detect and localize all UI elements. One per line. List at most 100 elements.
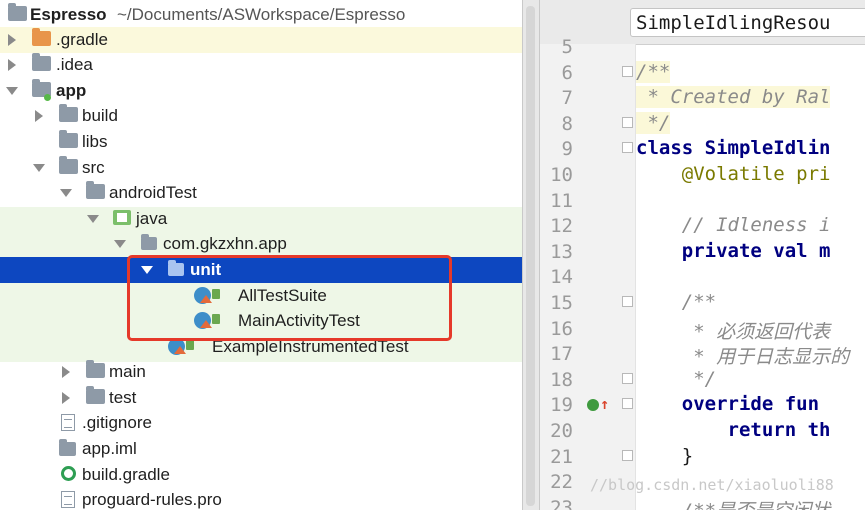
chevron-right-icon[interactable]	[35, 110, 43, 122]
fold-marker-icon[interactable]	[622, 116, 633, 128]
code-line[interactable]: 14	[540, 264, 865, 290]
line-number: 15	[550, 292, 573, 314]
code-line[interactable]: 11	[540, 188, 865, 214]
line-number: 22	[550, 471, 573, 494]
tree-item-gitignore[interactable]: .gitignore	[0, 410, 522, 436]
tree-item-label: build.gradle	[82, 465, 170, 484]
tree-item-package[interactable]: com.gkzxhn.app	[0, 231, 522, 257]
folder-icon	[32, 53, 51, 71]
tree-item-label: proguard-rules.pro	[82, 490, 222, 509]
code-text: * Created by Ral	[636, 86, 831, 109]
folder-icon	[32, 28, 51, 46]
chevron-right-icon[interactable]	[62, 392, 70, 404]
tree-scrollbar[interactable]	[526, 6, 535, 506]
tree-item-label: .gitignore	[82, 413, 152, 432]
project-folder-icon	[8, 3, 27, 21]
chevron-down-icon[interactable]	[33, 164, 45, 172]
code-line[interactable]: 17 * 用于日志显示的	[540, 341, 865, 369]
chevron-down-icon[interactable]	[60, 189, 72, 197]
fold-marker-icon[interactable]	[622, 296, 633, 307]
code-text: */	[636, 367, 717, 390]
code-text: @Volatile pri	[636, 163, 831, 185]
chevron-right-icon[interactable]	[62, 366, 70, 378]
tree-item-main[interactable]: main	[0, 359, 522, 385]
code-line[interactable]: 10 @Volatile pri	[540, 162, 865, 188]
override-icon[interactable]	[587, 399, 599, 412]
folder-icon	[59, 130, 78, 148]
line-number: 8	[561, 112, 573, 135]
code-text: /**是否是空闲状	[636, 496, 830, 510]
text-file-icon	[61, 414, 75, 431]
root-path: ~/Documents/ASWorkspace/Espresso	[117, 5, 406, 24]
code-line[interactable]: 19 ↑ override fun	[540, 392, 865, 418]
code-line[interactable]: 6 /**	[540, 60, 865, 86]
chevron-down-icon[interactable]	[87, 215, 99, 223]
code-line[interactable]: 8 */	[540, 111, 865, 137]
tree-item-androidtest[interactable]: androidTest	[0, 180, 522, 206]
tree-item-gradle[interactable]: .gradle	[0, 27, 522, 53]
tree-item-label: main	[109, 362, 146, 381]
tree-item-app-iml[interactable]: app.iml	[0, 436, 522, 462]
code-text: /**	[636, 291, 717, 313]
tree-item-label: java	[136, 209, 168, 228]
tree-item-proguard[interactable]: proguard-rules.pro	[0, 487, 522, 510]
code-line[interactable]: 5	[540, 34, 865, 60]
code-line[interactable]: 12 // Idleness i	[540, 213, 865, 239]
tree-item-build-gradle[interactable]: build.gradle	[0, 462, 522, 488]
line-number: 23	[550, 496, 573, 510]
tree-item-label: libs	[82, 132, 108, 151]
code-line[interactable]: 15 /**	[540, 290, 865, 316]
chevron-down-icon[interactable]	[114, 240, 126, 248]
tree-root-espresso[interactable]: Espresso ~/Documents/ASWorkspace/Espress…	[0, 2, 522, 28]
tab-label: SimpleIdlingResou	[636, 12, 831, 34]
test-source-root-icon	[113, 210, 131, 225]
chevron-right-icon[interactable]	[8, 59, 16, 71]
code-line[interactable]: 23 /**是否是空闲状	[540, 495, 865, 510]
line-number: 13	[550, 240, 573, 263]
chevron-down-icon[interactable]	[141, 266, 153, 274]
tree-item-libs[interactable]: libs	[0, 129, 522, 155]
code-line[interactable]: 20 return th	[540, 418, 865, 444]
tree-item-src[interactable]: src	[0, 155, 522, 181]
line-number: 10	[550, 164, 573, 186]
chevron-down-icon[interactable]	[6, 87, 18, 95]
code-text: * 用于日志显示的	[636, 346, 850, 369]
tree-item-unit[interactable]: unit	[0, 257, 522, 283]
code-line[interactable]: 21 }	[540, 444, 865, 470]
line-number: 12	[550, 215, 573, 238]
line-number: 17	[550, 343, 573, 366]
tree-item-mainactivitytest[interactable]: MainActivityTest	[0, 308, 522, 334]
tree-item-label: app.iml	[82, 439, 137, 458]
code-text: return th	[636, 419, 831, 441]
code-line[interactable]: 16 * 必须返回代表	[540, 316, 865, 343]
tree-item-app[interactable]: app	[0, 78, 522, 104]
code-line[interactable]: 18 */	[540, 367, 865, 393]
editor-tab-simpleidlingresource[interactable]: SimpleIdlingResou	[630, 8, 865, 37]
fold-marker-icon[interactable]	[622, 142, 633, 154]
fold-marker-icon[interactable]	[622, 449, 633, 461]
line-number: 9	[561, 138, 573, 161]
line-number: 5	[561, 36, 573, 58]
chevron-right-icon[interactable]	[8, 34, 16, 46]
code-line[interactable]: 7 * Created by Ral	[540, 85, 865, 111]
code-text: */	[636, 111, 671, 134]
tree-item-idea[interactable]: .idea	[0, 52, 522, 78]
tree-item-test[interactable]: test	[0, 385, 522, 411]
fold-marker-icon[interactable]	[622, 372, 633, 384]
code-text: private val m	[636, 239, 831, 262]
module-file-icon	[59, 439, 76, 456]
folder-icon	[86, 386, 105, 404]
fold-marker-icon[interactable]	[622, 398, 633, 410]
tree-item-label: unit	[190, 260, 222, 279]
code-line[interactable]: 13 private val m	[540, 239, 865, 265]
test-class-icon	[194, 312, 220, 329]
code-line[interactable]: 9 class SimpleIdlin	[540, 136, 865, 162]
tree-item-build[interactable]: build	[0, 103, 522, 129]
fold-marker-icon[interactable]	[622, 65, 633, 77]
tree-item-java[interactable]: java	[0, 206, 522, 232]
tree-item-label: test	[109, 388, 137, 407]
tree-item-exampleinstrumentedtest[interactable]: ExampleInstrumentedTest	[0, 334, 522, 360]
tree-item-alltestsuite[interactable]: AllTestSuite	[0, 283, 522, 309]
code-text: * 必须返回代表	[636, 320, 831, 343]
line-number: 14	[550, 266, 573, 289]
